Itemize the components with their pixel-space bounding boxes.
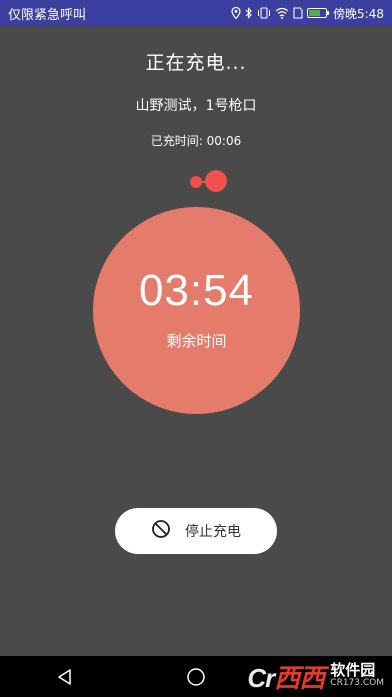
station-label: 山野测试，1号枪口 <box>135 98 257 114</box>
remaining-time-value: 03:54 <box>138 266 255 315</box>
page-title: 正在充电... <box>145 52 247 74</box>
battery-icon <box>307 8 330 18</box>
status-notice: 仅限紧急呼叫 <box>8 7 87 23</box>
elapsed-label: 已充时间: <box>150 134 203 148</box>
vibrate-icon <box>257 7 271 19</box>
watermark-name: 软件园 <box>330 661 376 680</box>
status-icons: 傍晚5:48 <box>231 5 384 22</box>
stop-charging-button[interactable]: 停止充电 <box>115 508 277 554</box>
bluetooth-icon <box>245 7 253 19</box>
status-bar: 仅限紧急呼叫 傍晚5:48 <box>0 0 392 26</box>
watermark-logo: Cr西西 <box>247 662 325 693</box>
prohibited-icon <box>151 519 171 543</box>
elapsed-value: 00:06 <box>206 134 242 148</box>
stop-charging-label: 停止充电 <box>185 524 241 540</box>
sim-icon <box>293 7 303 19</box>
location-icon <box>231 7 241 19</box>
remaining-time-label: 剩余时间 <box>166 332 227 350</box>
dot-large <box>205 170 227 192</box>
elapsed-time: 已充时间: 00:06 <box>0 132 392 149</box>
progress-dots <box>188 170 228 192</box>
home-icon[interactable] <box>176 662 216 692</box>
remaining-time-circle: 03:54 剩余时间 <box>93 207 300 414</box>
watermark-domain: CR173.COM <box>330 678 384 689</box>
dot-small <box>190 176 202 188</box>
back-icon[interactable] <box>45 662 85 692</box>
status-time: 傍晚5:48 <box>333 6 384 21</box>
wifi-icon <box>275 7 289 19</box>
watermark: Cr西西 软件园 CR173.COM <box>247 657 384 695</box>
charging-screen: 正在充电... 山野测试，1号枪口 已充时间: 00:06 03:54 剩余时间… <box>0 26 392 656</box>
watermark-text: 软件园 CR173.COM <box>330 663 384 688</box>
